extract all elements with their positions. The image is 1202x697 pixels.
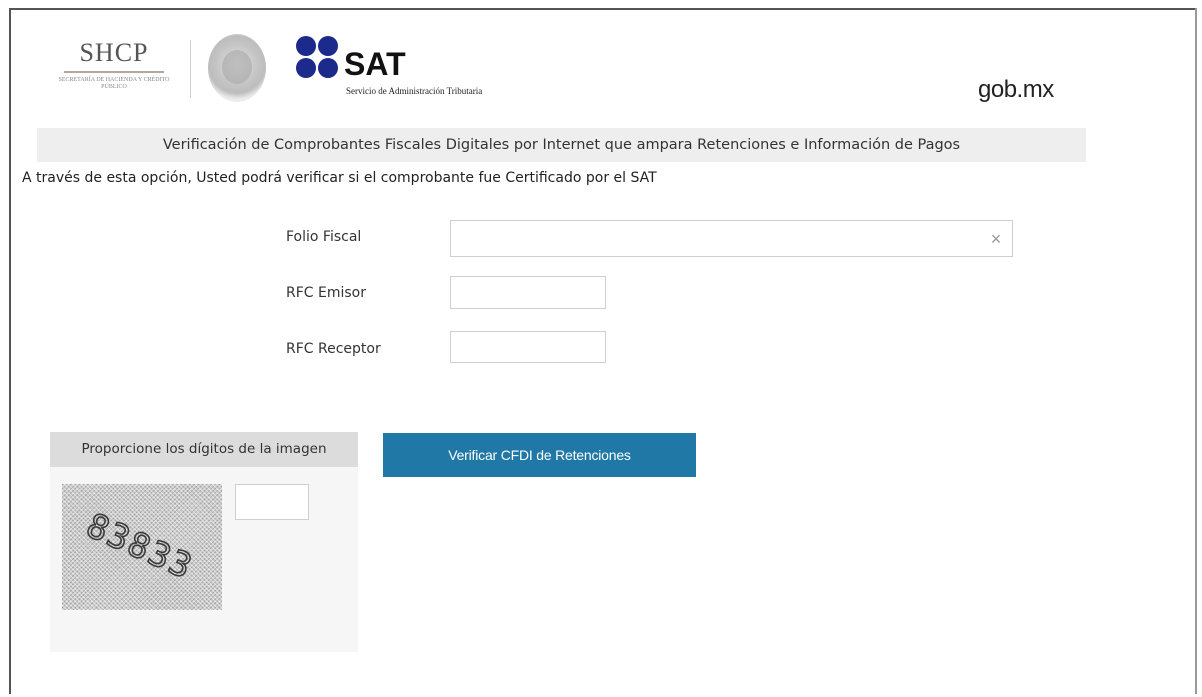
rfc-receptor-label: RFC Receptor (286, 341, 381, 357)
site-header: SHCP Secretaría de Hacienda y Crédito Pú… (58, 26, 1098, 108)
rfc-emisor-input[interactable] (450, 276, 606, 309)
close-icon[interactable]: × (986, 229, 1006, 249)
sat-logo-subtext: Servicio de Administración Tributaria (346, 86, 483, 96)
national-seal-icon (208, 34, 266, 102)
captcha-digits: 83833 (80, 505, 201, 589)
captcha-digits-text: 83833 (80, 506, 199, 588)
captcha-panel: Proporcione los dígitos de la imagen 838… (50, 432, 358, 652)
captcha-image: 83833 (62, 484, 222, 610)
window-frame-edge (1195, 8, 1197, 694)
page-intro: A través de esta opción, Usted podrá ver… (22, 170, 657, 186)
sat-logo[interactable]: SAT Servicio de Administración Tributari… (296, 36, 556, 106)
folio-fiscal-input[interactable] (450, 220, 1013, 257)
logo-divider (190, 40, 191, 98)
page-title: Verificación de Comprobantes Fiscales Di… (37, 128, 1086, 162)
seal-center (222, 50, 252, 84)
sat-dot (296, 58, 316, 78)
captcha-input[interactable] (235, 484, 309, 520)
sat-dot (296, 36, 316, 56)
shcp-logo-rule (64, 71, 164, 73)
rfc-receptor-input[interactable] (450, 331, 606, 363)
gob-mx-logo[interactable]: gob.mx (978, 76, 1054, 104)
shcp-logo-text: SHCP (79, 38, 149, 67)
rfc-emisor-label: RFC Emisor (286, 285, 366, 301)
sat-logo-text: SAT (344, 46, 406, 82)
folio-fiscal-label: Folio Fiscal (286, 229, 362, 245)
sat-dot (318, 36, 338, 56)
captcha-header: Proporcione los dígitos de la imagen (50, 432, 358, 467)
sat-dots-icon (296, 36, 340, 80)
verify-cfdi-button[interactable]: Verificar CFDI de Retenciones (383, 433, 696, 477)
sat-dot (318, 58, 338, 78)
shcp-logo-subtext: Secretaría de Hacienda y Crédito Público (58, 77, 170, 90)
shcp-logo[interactable]: SHCP Secretaría de Hacienda y Crédito Pú… (58, 36, 170, 100)
